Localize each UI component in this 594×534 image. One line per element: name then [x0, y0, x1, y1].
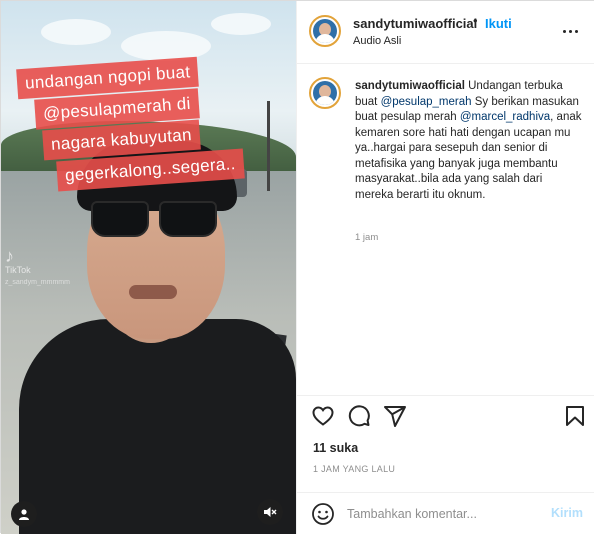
caption-text: , anak kemaren sore hati hati dengan uca…	[355, 111, 582, 201]
person-mouth	[129, 285, 177, 299]
video-background-pole	[267, 101, 270, 191]
original-audio-link[interactable]: Audio Asli	[353, 35, 401, 47]
mute-button[interactable]	[257, 499, 283, 525]
speaker-muted-icon	[264, 507, 277, 517]
mention-link[interactable]: @marcel_radhiva	[460, 111, 550, 123]
tiktok-brand: TikTok	[5, 265, 31, 275]
avatar[interactable]	[309, 15, 341, 47]
post-comment-button[interactable]: Kirim	[551, 506, 583, 520]
bookmark-icon[interactable]	[563, 404, 587, 428]
post-dialog: undangan ngopi buat @pesulapmerah di nag…	[0, 0, 594, 534]
person-sunglasses	[89, 201, 221, 239]
mention-link[interactable]: @pesulap_merah	[381, 96, 472, 108]
tiktok-handle: z_sandym_mmmmm	[5, 279, 70, 286]
separator-dot: •	[473, 13, 478, 28]
comment-bubble-icon[interactable]	[347, 404, 371, 428]
follow-button[interactable]: Ikuti	[485, 16, 512, 31]
tiktok-watermark: ♪ TikTok z_sandym_mmmmm	[5, 247, 70, 288]
person-body	[19, 319, 296, 534]
header-username-link[interactable]: sandytumiwaofficial	[353, 16, 477, 31]
more-options-icon[interactable]	[563, 21, 583, 41]
caption-username-link[interactable]: sandytumiwaofficial	[355, 80, 465, 92]
comment-input[interactable]	[347, 505, 537, 523]
person-icon	[19, 509, 29, 520]
post-timestamp: 1 JAM YANG LALU	[313, 464, 396, 474]
paper-plane-icon[interactable]	[383, 404, 407, 428]
comment-avatar[interactable]	[309, 77, 341, 109]
likes-count[interactable]: 11 suka	[313, 441, 358, 455]
tiktok-logo-icon: ♪	[5, 246, 14, 266]
post-details-panel: sandytumiwaofficial • Ikuti Audio Asli s…	[296, 1, 594, 534]
post-video[interactable]: undangan ngopi buat @pesulapmerah di nag…	[1, 1, 296, 534]
post-caption: sandytumiwaofficial Undangan terbuka bua…	[355, 79, 583, 203]
caption-timestamp: 1 jam	[355, 232, 379, 243]
heart-icon[interactable]	[311, 404, 335, 428]
post-header: sandytumiwaofficial • Ikuti Audio Asli	[297, 1, 594, 64]
tagged-users-button[interactable]	[11, 501, 37, 527]
comment-composer: Kirim	[297, 492, 594, 534]
action-bar	[297, 395, 594, 435]
smiley-icon[interactable]	[311, 502, 335, 526]
